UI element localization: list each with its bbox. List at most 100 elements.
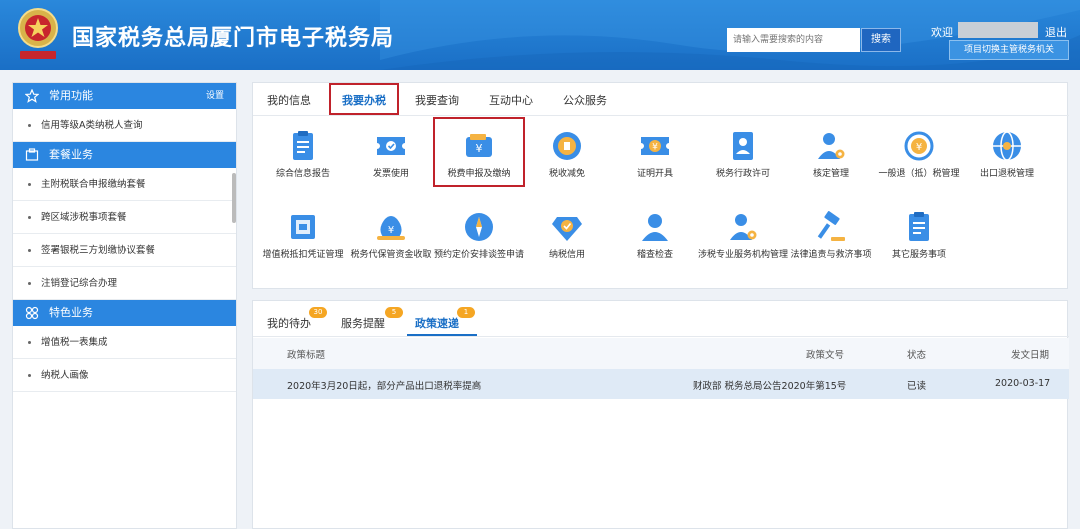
- search-button[interactable]: 搜索: [861, 28, 901, 52]
- col-issue-date: 发文日期: [1011, 350, 1050, 361]
- tab-service-reminder[interactable]: 服务提醒: [341, 315, 385, 331]
- policy-count-badge: 1: [457, 307, 475, 318]
- todo-count-badge: 30: [309, 307, 327, 318]
- service-certificate[interactable]: ¥ 证明开具: [610, 128, 700, 180]
- sidebar-setting-link[interactable]: 设置: [206, 83, 224, 109]
- service-label: 税费申报及缴纳: [447, 169, 511, 179]
- money-bag-icon: ¥: [377, 216, 405, 240]
- service-label: 发票使用: [372, 169, 409, 179]
- service-assessment[interactable]: 核定管理: [786, 128, 876, 180]
- notices-panel: 我的待办 30 服务提醒 5 政策速递 1 政策标题 政策文号 状态 发文日期 …: [252, 300, 1069, 529]
- service-label: 出口退税管理: [979, 169, 1034, 179]
- service-label: 预约定价安排谈签申请: [434, 250, 525, 260]
- coin-icon: [553, 132, 581, 160]
- service-tax-credit[interactable]: 纳税信用: [522, 209, 612, 261]
- switch-tax-authority-button[interactable]: 项目切换主管税务机关: [949, 40, 1069, 60]
- service-inspection[interactable]: 稽查检查: [610, 209, 700, 261]
- service-admin-license[interactable]: 税务行政许可: [698, 128, 788, 180]
- service-label: 涉税专业服务机构管理: [698, 250, 789, 260]
- service-label: 税务行政许可: [715, 169, 770, 179]
- service-pricing-arrangement[interactable]: 预约定价安排谈签申请: [434, 209, 524, 261]
- service-label: 综合信息报告: [275, 169, 330, 179]
- sidebar-section-common[interactable]: 常用功能 设置: [13, 83, 236, 109]
- tab-my-info[interactable]: 我的信息: [267, 92, 311, 108]
- reminder-count-badge: 5: [385, 307, 403, 318]
- notice-tabs: 我的待办 30 服务提醒 5 政策速递 1: [253, 301, 1069, 337]
- service-legal-remedy[interactable]: 法律追责与救济事项: [786, 209, 876, 261]
- sidebar-section-title: 特色业务: [49, 306, 93, 319]
- diamond-check-icon: [552, 217, 582, 241]
- row-issue-date: 2020-03-17: [995, 378, 1051, 389]
- highlight-box-tab: [329, 83, 399, 115]
- document-stamp-icon: [291, 215, 315, 239]
- service-other[interactable]: 其它服务事项: [874, 209, 964, 261]
- id-card-icon: [733, 132, 753, 160]
- service-label: 其它服务事项: [891, 250, 946, 260]
- sidebar-item-package[interactable]: 注销登记综合办理: [13, 267, 236, 300]
- service-invoice[interactable]: 发票使用: [346, 128, 436, 180]
- col-policy-title: 政策标题: [287, 350, 326, 361]
- service-label: 纳税信用: [548, 250, 585, 260]
- table-row[interactable]: 2020年3月20日起，部分产品出口退税率提高 财政部 税务总局公告2020年第…: [253, 369, 1069, 399]
- service-fund-custody[interactable]: ¥ 税务代保管资金收取: [346, 209, 436, 261]
- user-gear-icon: [818, 133, 845, 159]
- site-title: 国家税务总局厦门市电子税务局: [72, 26, 395, 51]
- tab-public-service[interactable]: 公众服务: [563, 92, 607, 108]
- service-export-refund[interactable]: 出口退税管理: [962, 128, 1052, 180]
- tab-interaction[interactable]: 互动中心: [489, 92, 533, 108]
- welcome-text: 欢迎: [931, 26, 953, 39]
- svg-text:¥: ¥: [916, 142, 922, 153]
- sidebar-item-package[interactable]: 跨区域涉税事项套餐: [13, 201, 236, 234]
- refresh-yuan-icon: ¥: [904, 131, 934, 161]
- svg-text:¥: ¥: [476, 142, 483, 155]
- svg-text:¥: ¥: [652, 143, 658, 153]
- gavel-icon: [817, 211, 845, 241]
- clipboard-icon: [909, 212, 929, 241]
- col-doc-number: 政策文号: [806, 350, 845, 361]
- table-header: 政策标题 政策文号 状态 发文日期: [253, 338, 1069, 369]
- sidebar-item-feature[interactable]: 增值税一表集成: [13, 326, 236, 359]
- service-label: 一般退（抵）税管理: [878, 169, 960, 179]
- ticket-icon: [377, 137, 405, 155]
- wallet-yuan-icon: ¥: [466, 134, 492, 157]
- sidebar-scrollbar[interactable]: [232, 173, 236, 223]
- service-label: 增值税抵扣凭证管理: [262, 250, 344, 260]
- sidebar-item-feature[interactable]: 纳税人画像: [13, 359, 236, 392]
- row-policy-title[interactable]: 2020年3月20日起，部分产品出口退税率提高: [287, 378, 481, 392]
- star-icon: [25, 89, 39, 103]
- tab-policy-express[interactable]: 政策速递: [415, 315, 459, 331]
- site-header: 国家税务总局厦门市电子税务局 搜索 欢迎 退出 项目切换主管税务机关: [0, 0, 1080, 70]
- sidebar-section-title: 套餐业务: [49, 148, 93, 161]
- sidebar-item-package[interactable]: 签署银税三方划缴协议套餐: [13, 234, 236, 267]
- sidebar-section-package[interactable]: 套餐业务: [13, 142, 236, 168]
- sidebar-section-title: 常用功能: [49, 89, 93, 102]
- service-label: 法律追责与救济事项: [790, 250, 872, 260]
- service-info-report[interactable]: 综合信息报告: [258, 128, 348, 180]
- service-refund[interactable]: ¥ 一般退（抵）税管理: [874, 128, 964, 180]
- service-tax-reduction[interactable]: 税收减免: [522, 128, 612, 180]
- package-icon: [25, 148, 39, 161]
- logout-link[interactable]: 退出: [1045, 24, 1067, 40]
- service-professional-agency[interactable]: 涉税专业服务机构管理: [698, 209, 788, 261]
- service-label: 核定管理: [812, 169, 849, 179]
- sidebar-item-credit-query[interactable]: 信用等级A类纳税人查询: [13, 109, 236, 142]
- service-tax-filing-payment[interactable]: ¥ 税费申报及缴纳: [434, 128, 524, 180]
- sidebar-section-feature[interactable]: 特色业务: [13, 300, 236, 326]
- user-gear-icon: [730, 214, 757, 240]
- col-status: 状态: [907, 350, 927, 361]
- sidebar-item-package[interactable]: 主附税联合申报缴纳套餐: [13, 168, 236, 201]
- services-panel: 我的信息 我要办税 我要查询 互动中心 公众服务 综合信息报告 发票使用 ¥ 税…: [252, 82, 1069, 289]
- service-label: 税收减免: [548, 169, 585, 179]
- tab-my-todo[interactable]: 我的待办: [267, 315, 311, 331]
- row-status: 已读: [907, 381, 927, 392]
- ticket-yuan-icon: ¥: [641, 137, 669, 155]
- svg-text:¥: ¥: [388, 225, 394, 236]
- globe-icon: [993, 131, 1021, 161]
- row-doc-number: 财政部 税务总局公告2020年第15号: [693, 381, 847, 392]
- tab-query[interactable]: 我要查询: [415, 92, 459, 108]
- service-vat-deduction[interactable]: 增值税抵扣凭证管理: [258, 209, 348, 261]
- search-input[interactable]: [727, 28, 860, 52]
- tax-emblem-logo: [18, 8, 58, 59]
- sidebar: 常用功能 设置 信用等级A类纳税人查询 套餐业务 主附税联合申报缴纳套餐 跨区域…: [12, 82, 237, 529]
- service-label: 稽查检查: [636, 250, 673, 260]
